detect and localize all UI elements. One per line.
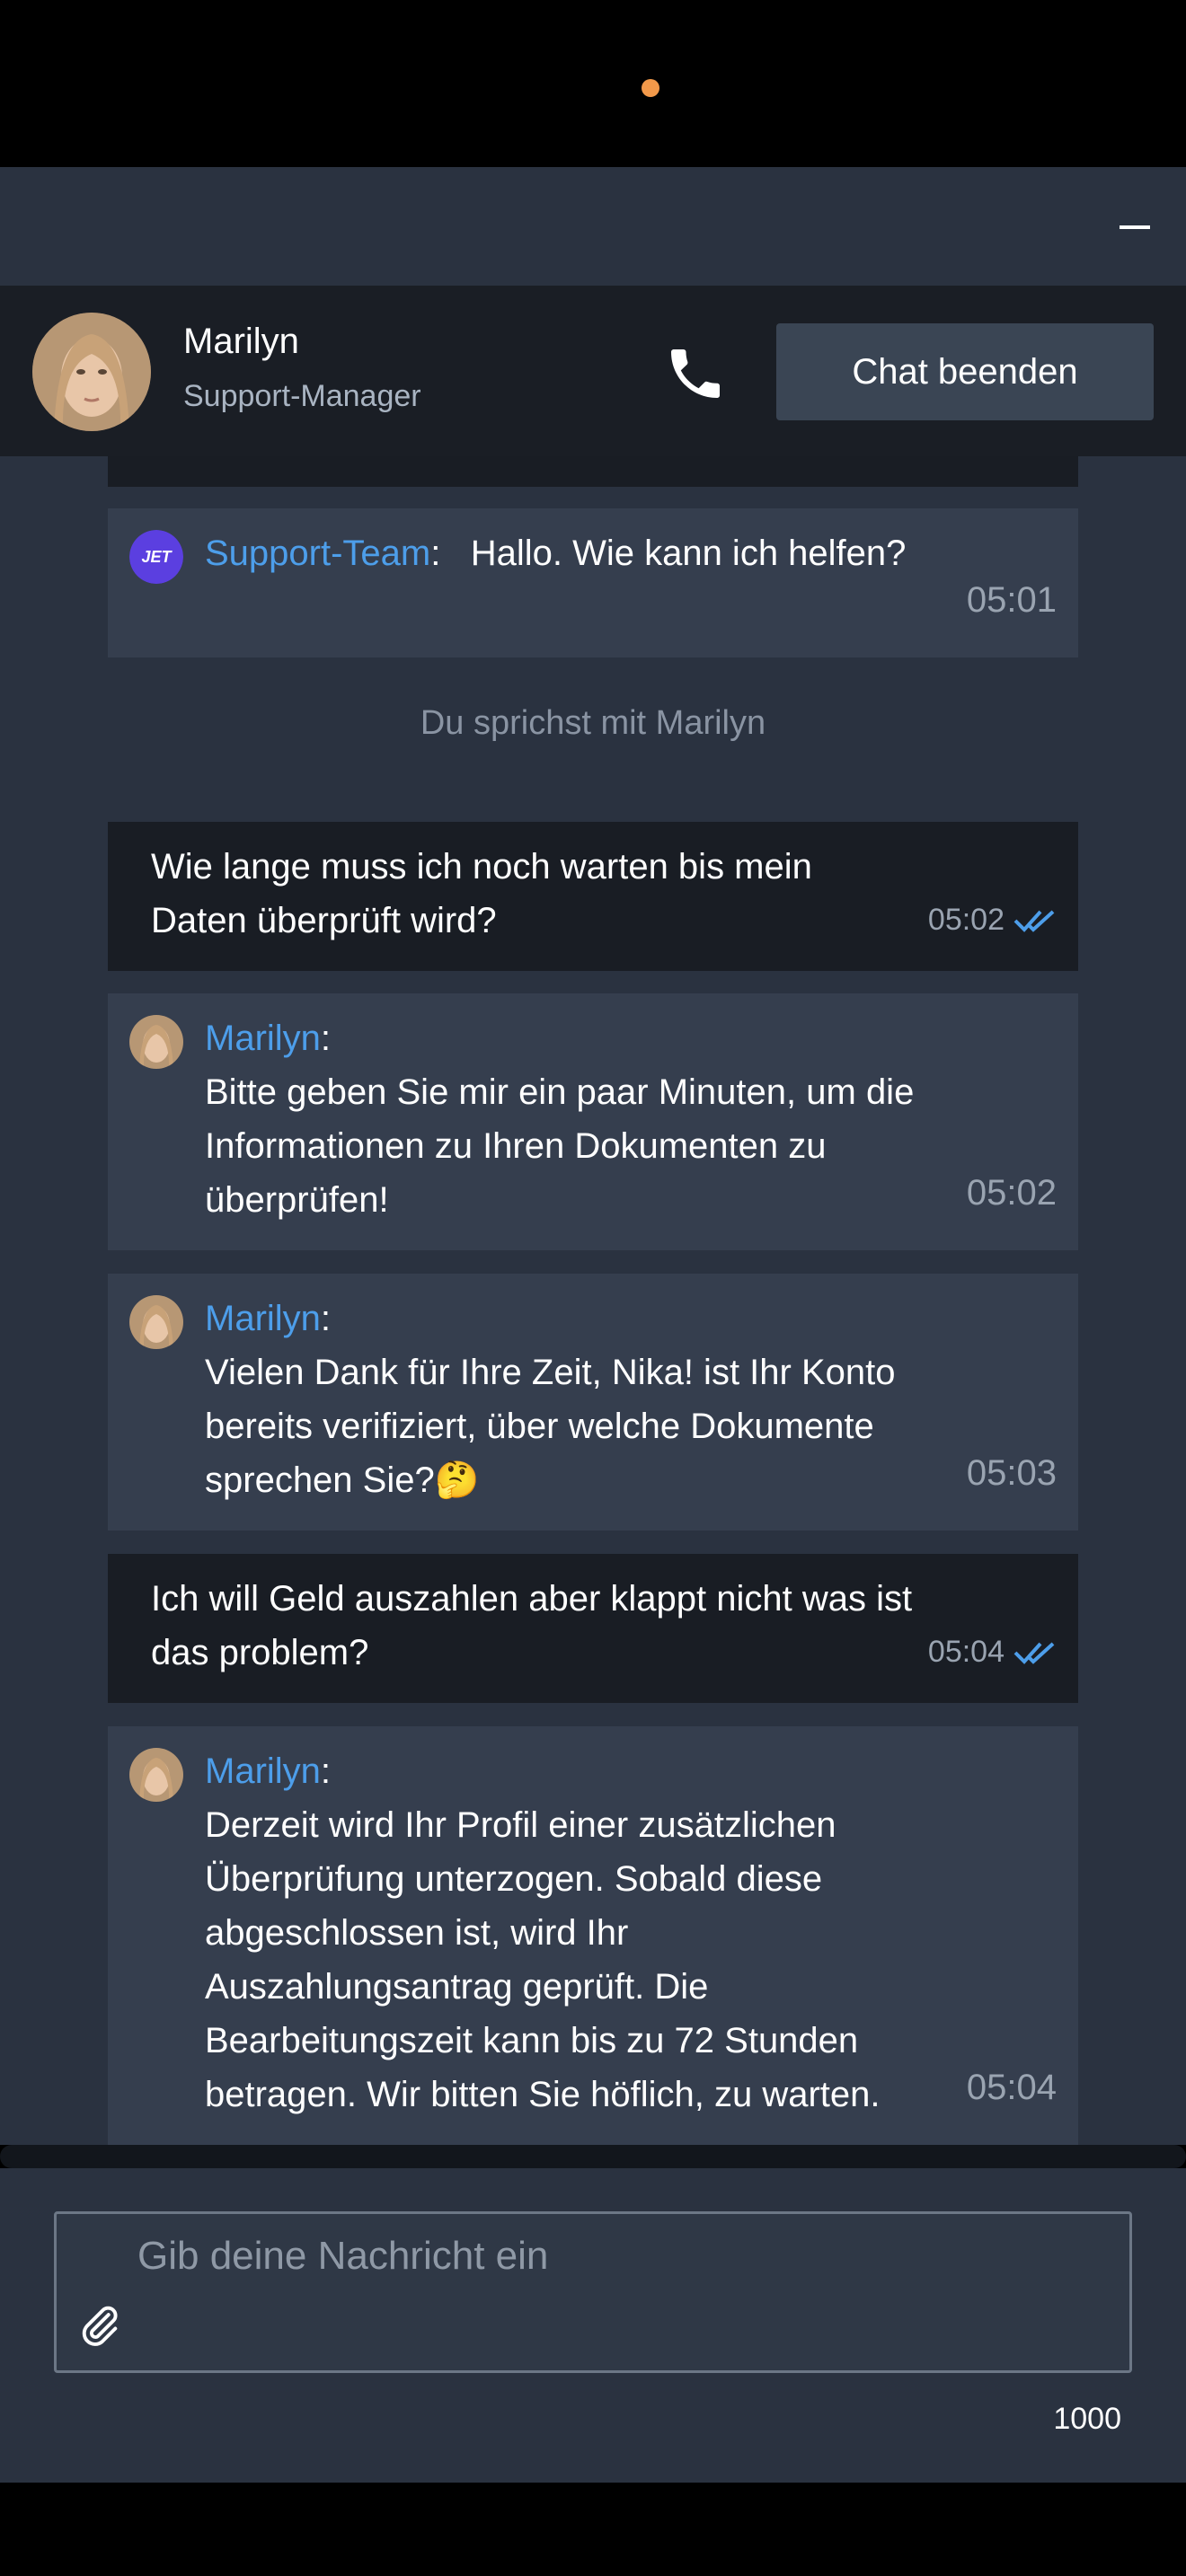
message-input[interactable]: Gib deine Nachricht ein xyxy=(54,2211,1132,2373)
camera-indicator xyxy=(642,79,659,97)
message-meta: 05:04 xyxy=(928,1635,1057,1670)
phone-icon[interactable] xyxy=(663,341,728,406)
composer: Gib deine Nachricht ein 1000 xyxy=(0,2168,1186,2483)
user-message: Ich will Geld auszahlen aber klappt nich… xyxy=(108,1554,1078,1703)
agent-message: Marilyn: Bitte geben Sie mir ein paar Mi… xyxy=(108,993,1078,1250)
agent-name: Marilyn xyxy=(183,322,299,361)
message-time: 05:02 xyxy=(966,1173,1057,1213)
jet-logo-icon: JET xyxy=(129,530,183,584)
agent-message: Marilyn: Vielen Dank für Ihre Zeit, Nika… xyxy=(108,1274,1078,1531)
agent-message: Marilyn: Derzeit wird Ihr Profil einer z… xyxy=(108,1726,1078,2145)
sender-name: Support-Team xyxy=(205,534,431,573)
sender-name: Marilyn xyxy=(205,1751,321,1791)
paperclip-icon[interactable] xyxy=(76,2302,123,2349)
sender-name: Marilyn xyxy=(205,1019,321,1058)
widget-top-bar xyxy=(0,167,1186,286)
message-time: 05:03 xyxy=(966,1453,1057,1493)
system-note: Du sprichst mit Marilyn xyxy=(420,704,766,742)
agent-avatar xyxy=(129,1748,183,1802)
agent-avatar xyxy=(129,1295,183,1349)
sender-separator: : xyxy=(430,534,441,573)
message-text: Marilyn: Derzeit wird Ihr Profil einer z… xyxy=(205,1744,934,2122)
message-content: Vielen Dank für Ihre Zeit, Nika! ist Ihr… xyxy=(205,1353,896,1500)
message-content: Bitte geben Sie mir ein paar Minuten, um… xyxy=(205,1072,915,1220)
message-content: Ich will Geld auszahlen aber klappt nich… xyxy=(151,1579,913,1672)
message-meta: 05:02 xyxy=(928,903,1057,938)
agent-role: Support-Manager xyxy=(183,379,421,413)
agent-message: JET Support-Team: Hallo. Wie kann ich he… xyxy=(108,508,1078,657)
scroll-divider xyxy=(0,2145,1186,2168)
message-time: 05:02 xyxy=(927,903,1005,937)
message-text: Support-Team: Hallo. Wie kann ich helfen… xyxy=(205,526,934,580)
message-text: Marilyn: Bitte geben Sie mir ein paar Mi… xyxy=(205,1011,934,1227)
message-text: Marilyn: Vielen Dank für Ihre Zeit, Nika… xyxy=(205,1292,934,1507)
double-check-icon xyxy=(1013,1642,1055,1664)
agent-avatar xyxy=(32,313,151,431)
sender-separator: : xyxy=(320,1751,332,1791)
message-partial xyxy=(108,456,1078,487)
message-content: Hallo. Wie kann ich helfen? xyxy=(470,534,907,573)
sender-separator: : xyxy=(320,1019,332,1058)
sender-name: Marilyn xyxy=(205,1299,321,1338)
bottom-bar xyxy=(0,2483,1186,2576)
chat-screen: Marilyn Support-Manager Chat beenden JET… xyxy=(0,0,1186,2576)
user-message: Wie lange muss ich noch warten bis mein … xyxy=(108,822,1078,971)
double-check-icon xyxy=(1013,910,1055,932)
end-chat-button[interactable]: Chat beenden xyxy=(776,323,1154,420)
message-time: 05:04 xyxy=(927,1635,1005,1669)
message-time: 05:04 xyxy=(966,2068,1057,2107)
message-list[interactable]: JET Support-Team: Hallo. Wie kann ich he… xyxy=(0,456,1186,2145)
char-counter: 1000 xyxy=(1053,2402,1121,2436)
agent-header: Marilyn Support-Manager Chat beenden xyxy=(0,286,1186,456)
message-content: Wie lange muss ich noch warten bis mein … xyxy=(151,847,812,940)
agent-avatar xyxy=(129,1015,183,1069)
message-content: Derzeit wird Ihr Profil einer zusätzlich… xyxy=(205,1805,881,2114)
status-bar xyxy=(0,0,1186,167)
input-placeholder: Gib deine Nachricht ein xyxy=(137,2234,549,2278)
minimize-button[interactable] xyxy=(1111,203,1159,251)
message-time: 05:01 xyxy=(966,580,1057,620)
jet-logo-text: JET xyxy=(141,548,173,566)
sender-separator: : xyxy=(320,1299,332,1338)
